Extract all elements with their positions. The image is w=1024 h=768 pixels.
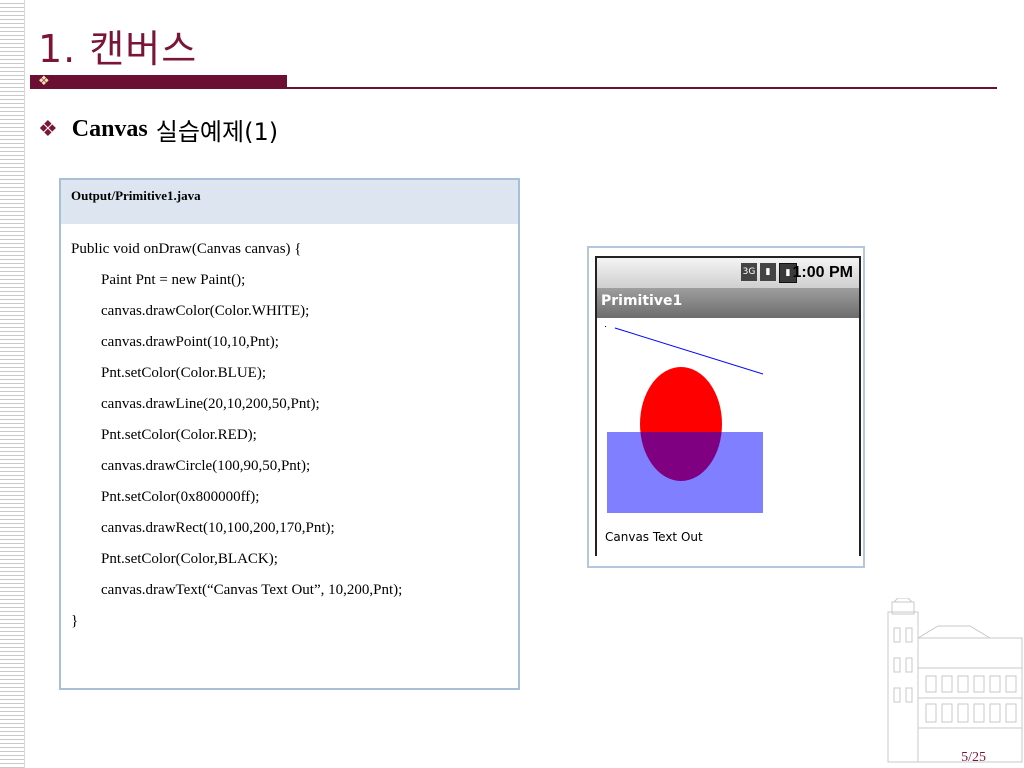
code-line: Public void onDraw(Canvas canvas) {	[71, 241, 302, 257]
code-line: Pnt.setColor(Color,BLACK);	[101, 551, 278, 567]
drawn-point	[605, 326, 606, 327]
diamond-bullet-icon: ❖	[38, 74, 50, 89]
status-time: 1:00 PM	[792, 264, 853, 281]
code-line: Paint Pnt = new Paint();	[101, 272, 246, 288]
title-underline-thick	[55, 75, 287, 89]
status-bar: 3G ▮ ▮ 1:00 PM	[597, 256, 859, 288]
code-listing: Output/Primitive1.java Public void onDra…	[59, 178, 520, 690]
code-listing-body: Public void onDraw(Canvas canvas) { Paint…	[61, 224, 518, 641]
code-line: canvas.drawPoint(10,10,Pnt);	[101, 334, 279, 350]
code-listing-header: Output/Primitive1.java	[61, 180, 518, 224]
code-line: canvas.drawCircle(100,90,50,Pnt);	[101, 458, 311, 474]
code-line: }	[71, 613, 79, 629]
bullet-heading-bold: Canvas	[71, 115, 148, 142]
app-title-bar: Primitive1	[597, 288, 859, 318]
emulator-screen: 3G ▮ ▮ 1:00 PM Primitive1 Canvas Text Ou…	[595, 256, 861, 556]
title-underline-thin	[287, 87, 997, 89]
code-line: Pnt.setColor(Color.BLUE);	[101, 365, 266, 381]
drawn-line	[614, 327, 764, 375]
code-line: canvas.drawLine(20,10,200,50,Pnt);	[101, 396, 320, 412]
drawn-rect	[607, 432, 763, 513]
diamond-bullet-icon: ❖	[38, 116, 58, 142]
signal-strength-icon: ▮	[760, 263, 776, 281]
code-line: canvas.drawColor(Color.WHITE);	[101, 303, 310, 319]
network-3g-icon: 3G	[741, 263, 757, 281]
drawing-canvas	[605, 326, 764, 513]
building-watermark	[887, 598, 1023, 763]
page-number: 5/25	[961, 750, 986, 765]
bullet-heading-text: 실습예제(1)	[155, 117, 279, 146]
decorative-left-stripe	[0, 0, 25, 768]
code-line: canvas.drawRect(10,100,200,170,Pnt);	[101, 520, 335, 536]
drawn-text: Canvas Text Out	[605, 530, 703, 544]
code-line: canvas.drawText(“Canvas Text Out”, 10,20…	[101, 582, 403, 598]
slide-title: 1. 캔버스	[38, 27, 198, 71]
bullet-heading: ❖ Canvas 실습예제(1)	[38, 114, 279, 146]
code-line: Pnt.setColor(Color.RED);	[101, 427, 257, 443]
code-line: Pnt.setColor(0x800000ff);	[101, 489, 260, 505]
